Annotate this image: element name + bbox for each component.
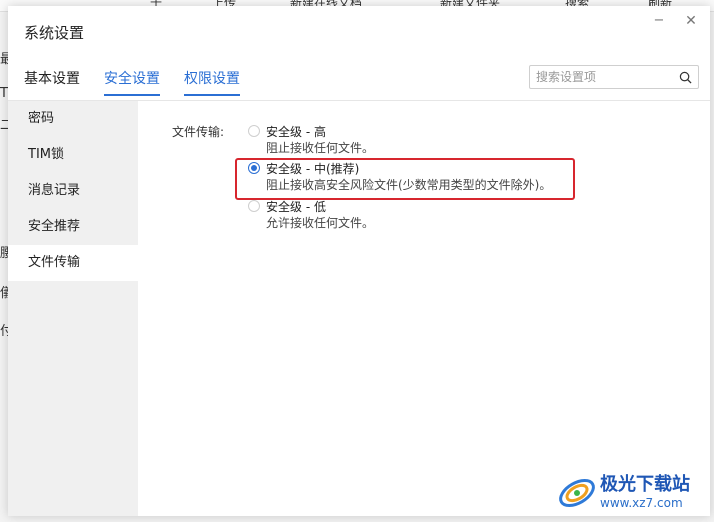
settings-sidebar: 密码 TIM锁 消息记录 安全推荐 文件传输	[8, 101, 138, 516]
search-box	[529, 65, 699, 89]
option-title: 安全级 - 低	[266, 200, 326, 214]
tab-permission-settings[interactable]: 权限设置	[184, 68, 240, 96]
option-description: 阻止接收高安全风险文件(少数常用类型的文件除外)。	[266, 178, 552, 192]
sidebar-item-password[interactable]: 密码	[8, 101, 138, 137]
sidebar-item-tim-lock[interactable]: TIM锁	[8, 137, 138, 173]
search-icon[interactable]	[679, 71, 692, 84]
aurora-logo-icon	[559, 479, 595, 507]
file-transfer-label: 文件传输:	[172, 125, 225, 139]
option-description: 允许接收任何文件。	[266, 216, 375, 230]
search-input[interactable]	[536, 68, 676, 86]
close-button[interactable]: ✕	[682, 12, 700, 30]
sidebar-item-file-transfer[interactable]: 文件传输	[8, 245, 138, 281]
option-description: 阻止接收任何文件。	[266, 141, 375, 155]
radio-medium[interactable]	[248, 162, 260, 174]
watermark-name: 极光下载站	[600, 474, 690, 495]
sidebar-item-security-recommend[interactable]: 安全推荐	[8, 209, 138, 245]
radio-low[interactable]	[248, 200, 260, 212]
file-transfer-panel: 文件传输: 安全级 - 高 阻止接收任何文件。 安全级 - 中(推荐) 阻止接收…	[138, 101, 710, 516]
option-title: 安全级 - 中(推荐)	[266, 162, 360, 176]
settings-dialog: 系统设置 − ✕ 基本设置 安全设置 权限设置 密码 TIM锁 消息记录 安全推…	[8, 6, 710, 516]
sidebar-item-message-history[interactable]: 消息记录	[8, 173, 138, 209]
watermark-url: www.xz7.com	[600, 496, 683, 510]
option-title: 安全级 - 高	[266, 125, 326, 139]
radio-high[interactable]	[248, 125, 260, 137]
watermark-logo: 极光下载站 www.xz7.com	[556, 470, 708, 516]
settings-tabs: 基本设置 安全设置 权限设置	[24, 68, 264, 96]
minimize-button[interactable]: −	[650, 12, 668, 30]
tab-basic-settings[interactable]: 基本设置	[24, 68, 80, 96]
tab-security-settings[interactable]: 安全设置	[104, 68, 160, 96]
dialog-title: 系统设置	[24, 24, 85, 42]
